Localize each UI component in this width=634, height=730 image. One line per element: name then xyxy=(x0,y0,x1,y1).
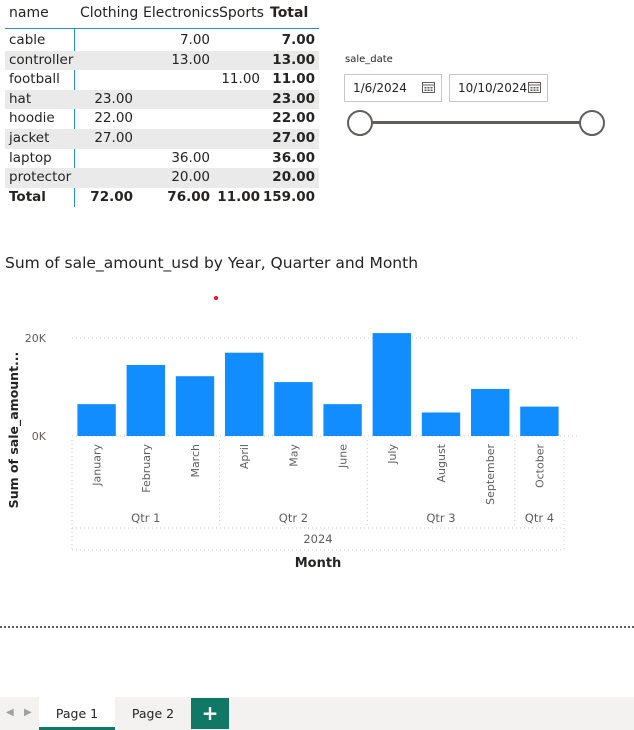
calendar-icon[interactable] xyxy=(422,81,435,93)
slider-track[interactable] xyxy=(361,121,593,124)
end-date-value: 10/10/2024 xyxy=(458,81,528,95)
cell-name: cable xyxy=(9,32,46,48)
x-tick-label: May xyxy=(287,444,300,467)
cell-clothing: 22.00 xyxy=(94,110,133,127)
header-name[interactable]: name xyxy=(9,5,49,21)
cell-electronics: 76.00 xyxy=(167,188,210,205)
cell-total: 27.00 xyxy=(272,129,315,146)
cell-total: 159.00 xyxy=(262,188,315,205)
cell-total: 36.00 xyxy=(272,149,315,166)
cell-electronics: 20.00 xyxy=(171,169,210,186)
cell-electronics: 36.00 xyxy=(171,149,210,166)
year-label: 2024 xyxy=(303,532,332,546)
cell-sports: 11.00 xyxy=(221,71,260,88)
bar-may[interactable] xyxy=(274,382,313,436)
bar-august[interactable] xyxy=(421,412,461,436)
table-row[interactable]: jacket 27.00 27.00 xyxy=(5,128,319,149)
bar-chart: 0K 20K January February March April May June Ju… xyxy=(6,332,578,571)
x-tick-label: July xyxy=(386,444,399,465)
x-tick-label: June xyxy=(337,444,350,469)
table-row[interactable]: cable 7.00 7.00 xyxy=(5,31,319,51)
x-tick-label: April xyxy=(238,444,251,469)
matrix-body: cable 7.00 7.00 controller 13.00 13.00 f… xyxy=(5,31,319,207)
header-electronics[interactable]: Electronics xyxy=(143,5,219,21)
bar-april[interactable] xyxy=(225,352,264,436)
page-tab-bar: ◀ ▶ Page 1 Page 2 + xyxy=(0,697,634,730)
matrix-header: name Clothing Electronics Sports Total xyxy=(5,2,319,29)
cell-name: Total xyxy=(9,188,46,205)
header-sports[interactable]: Sports xyxy=(219,5,264,21)
date-slicer: sale_date 1/6/2024 10/10/2024 xyxy=(344,52,614,142)
cell-total: 7.00 xyxy=(281,32,315,48)
cell-sports: 11.00 xyxy=(217,188,260,205)
cell-name: hoodie xyxy=(9,110,55,127)
tab-page-2[interactable]: Page 2 xyxy=(115,697,191,730)
bar-february[interactable] xyxy=(126,364,165,436)
x-axis-title: Month xyxy=(295,556,342,571)
quarter-label: Qtr 4 xyxy=(525,511,554,525)
total-row: Total 72.00 76.00 11.00 159.00 xyxy=(5,188,319,208)
cell-total: 23.00 xyxy=(272,90,315,107)
calendar-icon[interactable] xyxy=(528,81,541,93)
bar-march[interactable] xyxy=(175,376,215,436)
quarter-label: Qtr 1 xyxy=(131,511,160,525)
x-axis-labels: January February March April May June July Augu… xyxy=(91,443,547,504)
quarter-label: Qtr 2 xyxy=(279,511,308,525)
x-tick-label: September xyxy=(484,444,497,505)
bar-june[interactable] xyxy=(323,404,362,436)
quarter-label: Qtr 3 xyxy=(426,511,455,525)
cell-electronics: 7.00 xyxy=(179,32,210,48)
y-tick-label: 0K xyxy=(32,430,47,443)
chevron-right-icon[interactable]: ▶ xyxy=(24,707,32,718)
y-axis-title: Sum of sale_amount... xyxy=(6,352,22,509)
header-clothing[interactable]: Clothing xyxy=(80,5,138,21)
table-row[interactable]: hat 23.00 23.00 xyxy=(5,89,319,110)
x-tick-label: January xyxy=(91,444,104,487)
chart-title: Sum of sale_amount_usd by Year, Quarter … xyxy=(5,254,419,272)
cell-name: hat xyxy=(9,90,32,107)
cell-total: 13.00 xyxy=(272,51,315,68)
table-row[interactable]: hoodie 22.00 22.00 xyxy=(5,109,319,129)
bar-october[interactable] xyxy=(520,406,559,436)
table-row[interactable]: protector 20.00 20.00 xyxy=(5,168,319,188)
start-date-input[interactable]: 1/6/2024 xyxy=(344,74,442,102)
cell-total: 22.00 xyxy=(272,110,315,127)
slider-end-handle[interactable] xyxy=(579,110,605,136)
cell-total: 11.00 xyxy=(272,71,315,88)
table-row[interactable]: controller 13.00 13.00 xyxy=(5,50,319,71)
marker-dot xyxy=(214,296,218,300)
cell-name: protector xyxy=(9,169,72,186)
header-total[interactable]: Total xyxy=(270,5,308,21)
x-tick-label: March xyxy=(189,444,202,478)
chevron-left-icon[interactable]: ◀ xyxy=(6,707,14,718)
table-row[interactable]: football 11.00 11.00 xyxy=(5,70,319,90)
slicer-title: sale_date xyxy=(345,54,393,65)
bar-january[interactable] xyxy=(77,404,116,436)
end-date-input[interactable]: 10/10/2024 xyxy=(449,74,548,102)
cell-name: jacket xyxy=(9,129,50,146)
bars xyxy=(77,333,559,436)
tab-page-1[interactable]: Page 1 xyxy=(39,697,115,730)
cell-clothing: 72.00 xyxy=(90,188,133,205)
cell-name: controller xyxy=(9,51,74,68)
page-boundary xyxy=(0,626,634,628)
x-tick-label: October xyxy=(533,444,546,488)
x-tick-label: February xyxy=(140,444,153,493)
cell-name: laptop xyxy=(9,149,52,166)
add-page-button[interactable]: + xyxy=(191,698,229,729)
slider-start-handle[interactable] xyxy=(347,110,373,136)
table-row[interactable]: laptop 36.00 36.00 xyxy=(5,149,319,169)
cell-electronics: 13.00 xyxy=(171,51,210,68)
bar-september[interactable] xyxy=(471,388,510,436)
cell-clothing: 27.00 xyxy=(94,129,133,146)
y-tick-label: 20K xyxy=(25,332,47,345)
matrix-visual: name Clothing Electronics Sports Total c… xyxy=(5,2,319,207)
cell-total: 20.00 xyxy=(272,169,315,186)
cell-name: football xyxy=(9,71,60,88)
y-axis-ticks: 0K 20K xyxy=(25,332,47,443)
cell-clothing: 23.00 xyxy=(94,90,133,107)
x-tick-label: August xyxy=(435,443,448,482)
start-date-value: 1/6/2024 xyxy=(353,81,407,95)
bar-july[interactable] xyxy=(372,333,411,436)
